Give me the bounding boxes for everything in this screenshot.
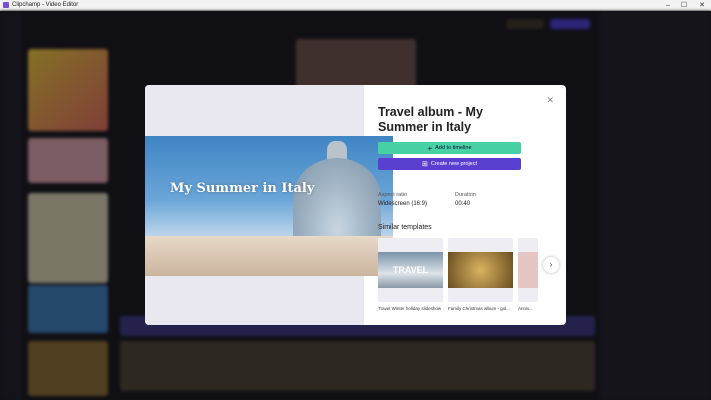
window-title: Clipchamp - Video Editor	[12, 2, 79, 8]
app-logo-icon	[3, 2, 9, 8]
create-new-project-button[interactable]: ⊞ Create new project	[378, 158, 521, 170]
plus-icon: +	[427, 143, 433, 153]
title-bar: Clipchamp - Video Editor – ☐ ✕	[0, 0, 711, 11]
template-preview[interactable]: My Summer in Italy	[145, 85, 393, 325]
grid-icon: ⊞	[421, 161, 428, 168]
aspect-ratio-value: Widescreen (16:9)	[378, 201, 428, 207]
template-title: Travel album - My Summer in Italy	[378, 105, 483, 134]
template-card[interactable]: Family Christmas album - gol...	[448, 238, 513, 311]
add-to-timeline-label: Add to timeline	[435, 145, 472, 151]
similar-templates-heading: Similar templates	[378, 224, 432, 231]
chevron-right-icon[interactable]: ›	[543, 257, 559, 273]
template-card[interactable]: Anniv...	[518, 238, 538, 311]
close-window-button[interactable]: ✕	[693, 0, 711, 11]
duration-value: 00:40	[455, 201, 471, 207]
add-to-timeline-button[interactable]: + Add to timeline	[378, 142, 521, 154]
maximize-button[interactable]: ☐	[675, 0, 693, 11]
template-thumbnail	[518, 252, 538, 288]
preview-title-text: My Summer in Italy	[170, 181, 315, 196]
duration: Duration 00:40	[455, 192, 476, 207]
template-label: Family Christmas album - gol...	[448, 306, 511, 311]
template-card[interactable]: TRAVEL Travel Winter holiday slideshow	[378, 238, 443, 311]
template-thumbnail: TRAVEL	[378, 252, 443, 288]
create-new-project-label: Create new project	[430, 161, 478, 167]
preview-image: My Summer in Italy	[145, 136, 393, 276]
template-label: Travel Winter holiday slideshow	[378, 306, 442, 311]
template-preview-dialog: My Summer in Italy ✕ Travel album - My S…	[145, 85, 566, 325]
duration-label: Duration	[455, 192, 476, 198]
template-label: Anniv...	[518, 306, 533, 311]
aspect-ratio: Aspect ratio Widescreen (16:9)	[378, 192, 427, 207]
close-icon[interactable]: ✕	[546, 95, 554, 106]
template-thumbnail	[448, 252, 513, 288]
aspect-ratio-label: Aspect ratio	[378, 192, 408, 198]
